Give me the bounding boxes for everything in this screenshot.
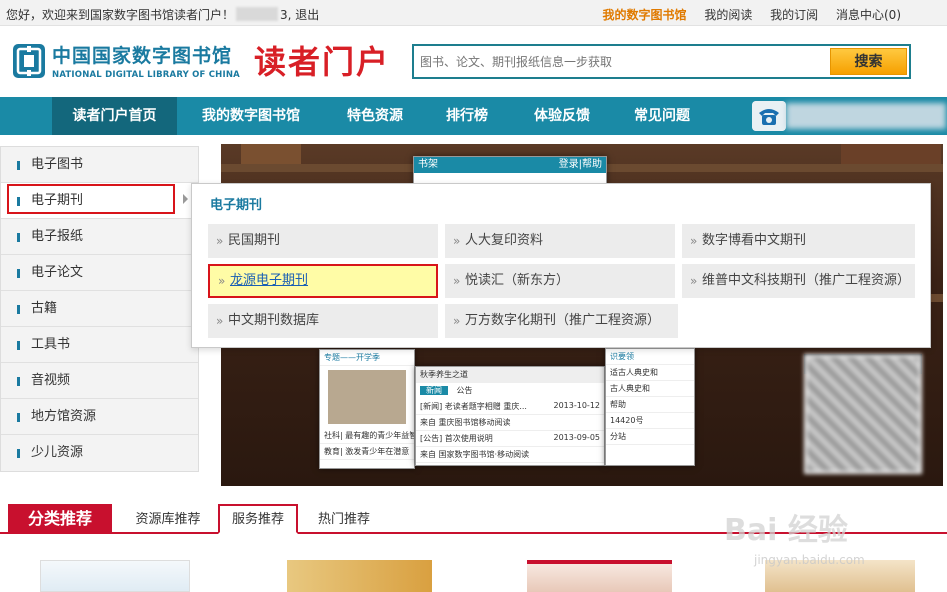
group-photo [328,370,406,424]
service-thumbnail[interactable] [527,560,672,592]
dropdown-item-chinese-journal-db[interactable]: 中文期刊数据库 [208,304,438,338]
app-screen-topic: 专题——开学季 社科| 最有趣的青少年益智 教育| 激发青少年在潜意 [319,349,415,469]
nav-feedback[interactable]: 体验反馈 [522,97,602,135]
news-date: 2013-10-12 [553,401,601,410]
screen-header: 书架 登录|帮助 [414,157,606,173]
dropdown-item-minguo-journals[interactable]: 民国期刊 [208,224,438,258]
sidebar-item-etheses[interactable]: 电子论文 [1,255,198,291]
search-button[interactable]: 搜索 [830,48,907,75]
dropdown-item-wanfang-journals[interactable]: 万方数字化期刊（推广工程资源） [445,304,678,338]
screen-tab-notice: 公告 [456,386,473,395]
app-screen-side: 识要领 适古人典史和 古人典史和 帮助 14420号 分站 [605,348,695,466]
news-text: 来自 国家数字图书馆·移动阅读 [420,450,530,459]
watermark-brand: Bai 经验 [724,513,848,548]
logo-english: NATIONAL DIGITAL LIBRARY OF CHINA [52,70,240,80]
dropdown-item-longyuan-journals[interactable]: 龙源电子期刊 [208,264,438,298]
sidebar-item-ancient-books[interactable]: 古籍 [1,291,198,327]
dropdown-item-weipu-journals[interactable]: 维普中文科技期刊（推广工程资源） [682,264,915,298]
tab-resource-recommend[interactable]: 资源库推荐 [124,508,212,534]
top-link-my-library[interactable]: 我的数字图书馆 [602,8,686,22]
news-text: [新闻] 老读者题字相赠 重庆... [420,402,527,411]
qr-code-icon [804,354,922,474]
news-row: 来自 国家数字图书馆·移动阅读 [416,447,604,463]
news-text: 来自 重庆图书馆移动阅读 [420,418,511,427]
news-row: [新闻] 老读者题字相赠 重庆... 2013-10-12 [416,399,604,415]
top-link-message-center[interactable]: 消息中心(0) [836,8,901,22]
top-bar: 您好，欢迎来到国家数字图书馆读者门户！ 3, 退出 我的数字图书馆 我的阅读 我的… [0,0,947,26]
dropdown-item-yueduhui[interactable]: 悦读汇（新东方） [445,264,675,298]
news-text: [公告] 首次使用说明 [420,434,493,443]
screen-row: 适古人典史和 [606,365,694,381]
news-row: [公告] 首次使用说明 2013-09-05 [416,431,604,447]
screen-row: 识要领 [606,349,694,365]
nav-my-library[interactable]: 我的数字图书馆 [190,97,312,135]
main-nav: 读者门户首页 我的数字图书馆 特色资源 排行榜 体验反馈 常见问题 [0,97,947,135]
sidebar-item-ebooks[interactable]: 电子图书 [1,147,198,183]
screen-row: 社科| 最有趣的青少年益智 [320,428,414,444]
username-blurred [236,7,279,21]
screen-tabs: 新闻 公告 [416,383,604,399]
service-thumbnail[interactable] [287,560,432,592]
greeting-text: 您好，欢迎来到国家数字图书馆读者门户！ [6,8,235,22]
logo-chinese: 中国国家数字图书馆 [52,45,233,67]
screen-row: 古人典史和 [606,381,694,397]
screen-row: 14420号 [606,413,694,429]
top-links: 我的数字图书馆 我的阅读 我的订阅 消息中心(0) [588,6,901,23]
greeting: 您好，欢迎来到国家数字图书馆读者门户！ 3, 退出 [6,6,319,23]
screen-row: 教育| 激发青少年在潜意 [320,444,414,460]
selection-highlight-box [7,184,175,214]
tab-service-recommend[interactable]: 服务推荐 [218,504,298,534]
book-spines [841,144,941,164]
screen-row: 秋季养生之道 [416,367,604,383]
nav-featured-resources[interactable]: 特色资源 [330,97,420,135]
sidebar-item-children[interactable]: 少儿资源 [1,435,198,471]
watermark-url: jingyan.baidu.com [754,553,865,567]
nav-rankings[interactable]: 排行榜 [432,97,502,135]
screen-row: 分站 [606,429,694,445]
top-link-my-reading[interactable]: 我的阅读 [704,8,752,22]
sidebar-item-local-library[interactable]: 地方馆资源 [1,399,198,435]
telephone-icon [752,101,786,131]
dropdown-item-renda-fuyin[interactable]: 人大复印资料 [445,224,675,258]
nav-home[interactable]: 读者门户首页 [52,97,177,135]
header: 中国国家数字图书馆 NATIONAL DIGITAL LIBRARY OF CH… [0,27,947,97]
sidebar-item-audio-video[interactable]: 音视频 [1,363,198,399]
service-thumbnail[interactable] [40,560,190,592]
search-box: 搜索 [412,44,911,79]
tab-hot-recommend[interactable]: 热门推荐 [304,508,384,534]
logout-link[interactable]: 3, 退出 [280,8,319,22]
search-input[interactable] [420,51,828,73]
ejournals-dropdown: 电子期刊 民国期刊 人大复印资料 数字博看中文期刊 龙源电子期刊 悦读汇（新东方… [191,183,931,348]
news-date: 2013-09-05 [553,433,601,442]
portal-title: 读者门户 [254,43,391,81]
hotline-blurred [786,103,946,129]
screen-row: 帮助 [606,397,694,413]
screen-title: 书架 [418,159,438,170]
top-link-my-subscription[interactable]: 我的订阅 [770,8,818,22]
dropdown-item-bookan-journals[interactable]: 数字博看中文期刊 [682,224,915,258]
dropdown-title: 电子期刊 [210,198,263,213]
screen-tab-news: 新闻 [420,386,448,395]
sidebar-item-reference-books[interactable]: 工具书 [1,327,198,363]
nav-faq[interactable]: 常见问题 [622,97,702,135]
screen-row: 专题——开学季 [320,350,414,366]
submenu-arrow-icon [183,194,188,204]
news-row: 来自 重庆图书馆移动阅读 [416,415,604,431]
screen-login-help: 登录|帮助 [558,159,602,170]
sidebar-item-enewspapers[interactable]: 电子报纸 [1,219,198,255]
library-logo-icon [13,44,45,78]
book-spines [241,144,301,164]
category-label: 分类推荐 [8,504,112,534]
app-screen-news: 秋季养生之道 新闻 公告 [新闻] 老读者题字相赠 重庆... 2013-10-… [415,366,605,466]
